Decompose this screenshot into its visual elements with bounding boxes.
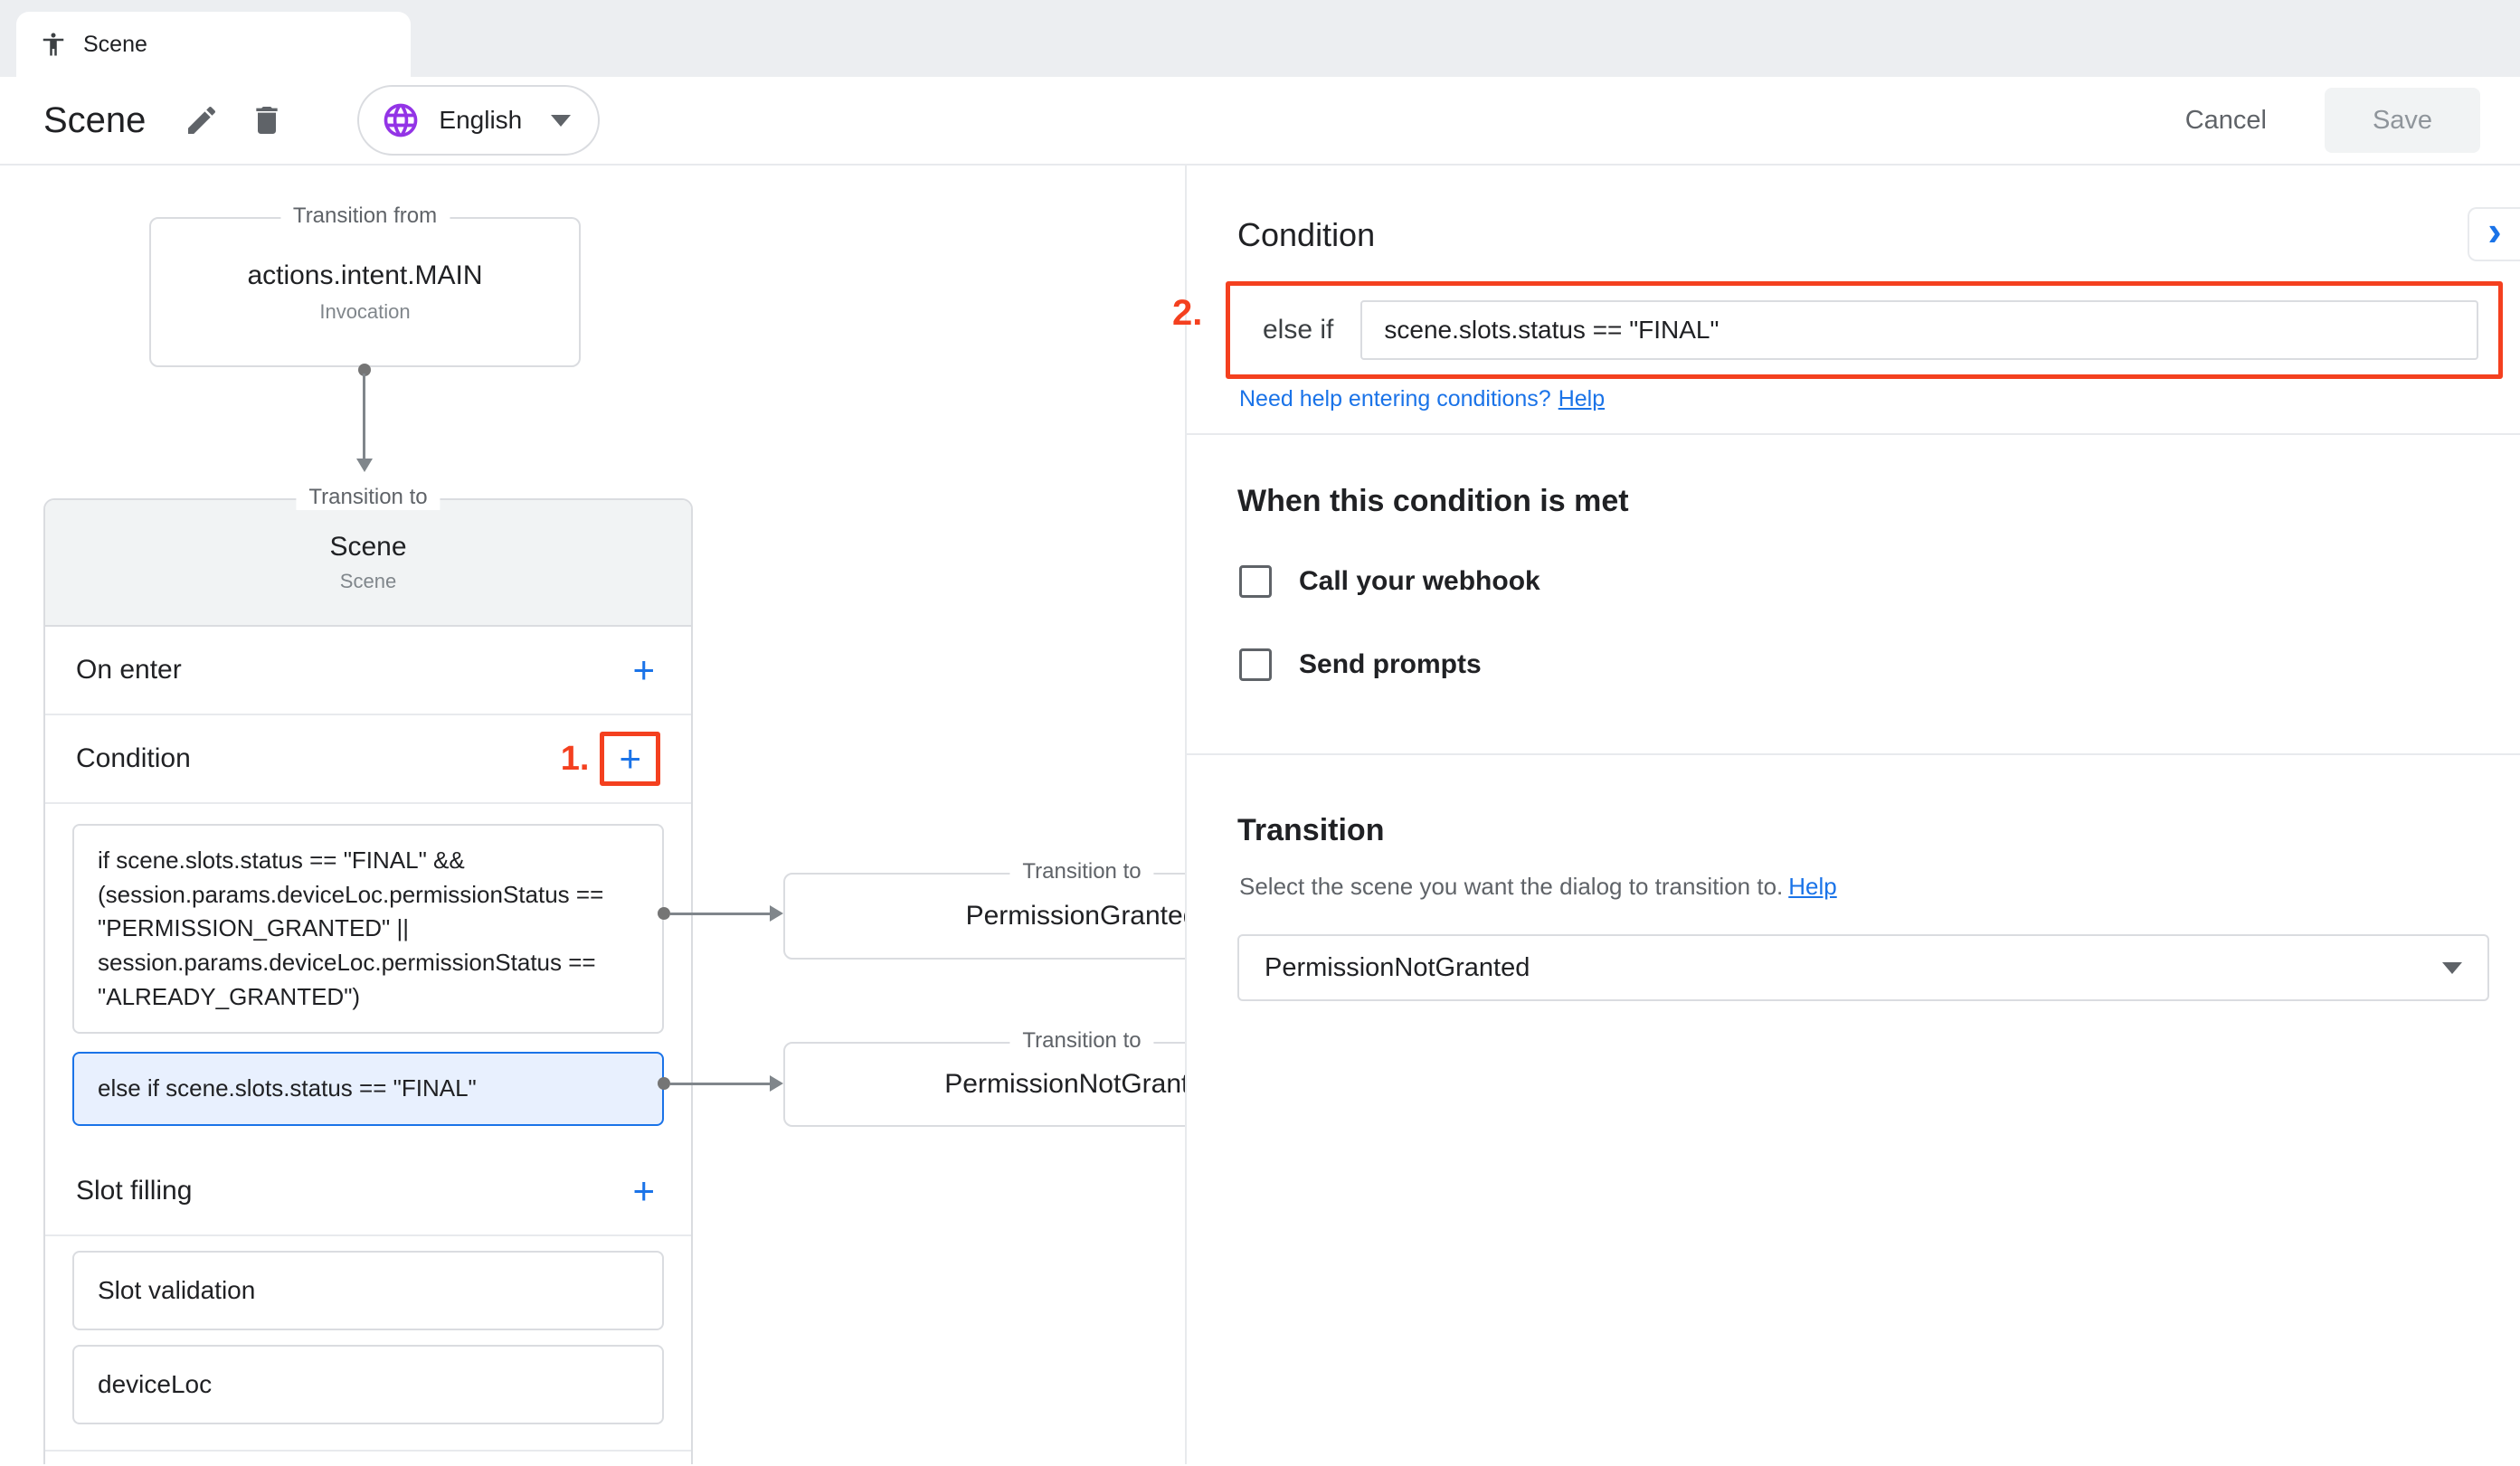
assistant-person-icon xyxy=(40,31,67,58)
cancel-button[interactable]: Cancel xyxy=(2180,105,2272,137)
send-prompts-label: Send prompts xyxy=(1299,649,1482,680)
scene-graph-canvas: Transition from actions.intent.MAIN Invo… xyxy=(0,166,1185,1464)
intent-name: actions.intent.MAIN xyxy=(247,260,482,291)
chevron-right-icon: › xyxy=(2487,210,2501,251)
browser-tab-scene[interactable]: Scene xyxy=(16,12,411,77)
connector-line xyxy=(363,374,365,460)
delete-scene-button[interactable] xyxy=(234,88,299,153)
add-on-enter-button[interactable]: + xyxy=(627,651,660,689)
transition-scene-select[interactable]: PermissionNotGranted xyxy=(1237,934,2489,1001)
send-prompts-checkbox[interactable] xyxy=(1239,648,1272,681)
transition-to-legend: Transition to xyxy=(1009,859,1153,884)
main: Transition from actions.intent.MAIN Invo… xyxy=(0,166,2520,1464)
transition-help-link[interactable]: Help xyxy=(1788,873,1836,900)
target-scene-name: PermissionGranted xyxy=(966,901,1185,932)
transition-from-node[interactable]: Transition from actions.intent.MAIN Invo… xyxy=(149,217,581,367)
save-button[interactable]: Save xyxy=(2325,88,2480,153)
call-webhook-checkbox[interactable] xyxy=(1239,565,1272,598)
language-label: English xyxy=(439,106,522,135)
divider xyxy=(1187,753,2520,755)
help-question-text: Need help entering conditions? xyxy=(1239,386,1551,411)
tab-title: Scene xyxy=(83,32,147,58)
annotation-step-2: 2. xyxy=(1172,293,1202,334)
intent-type: Invocation xyxy=(319,300,410,324)
call-webhook-label: Call your webhook xyxy=(1299,566,1540,597)
condition-list: if scene.slots.status == "FINAL" && (ses… xyxy=(45,804,691,1148)
conditions-help-line: Need help entering conditions? Help xyxy=(1239,386,1605,412)
transition-description-text: Select the scene you want the dialog to … xyxy=(1239,873,1783,900)
divider xyxy=(45,1234,691,1236)
transition-from-legend: Transition from xyxy=(280,203,450,229)
connector-dot xyxy=(658,1077,670,1090)
globe-icon xyxy=(381,100,421,140)
transition-to-legend: Transition to xyxy=(296,485,440,510)
permission-granted-node[interactable]: Transition to PermissionGranted xyxy=(783,873,1185,960)
annotation-box-1: + xyxy=(600,732,660,786)
connector-arrowhead-down xyxy=(356,459,373,472)
divider xyxy=(1187,433,2520,435)
scene-card-subtitle: Scene xyxy=(340,570,396,593)
condition-expression-input[interactable] xyxy=(1360,300,2478,360)
condition-item-1[interactable]: if scene.slots.status == "FINAL" && (ses… xyxy=(72,824,664,1034)
scene-card-header[interactable]: Scene Scene xyxy=(45,500,691,627)
slot-filling-label: Slot filling xyxy=(76,1176,192,1206)
connector-line xyxy=(670,913,772,915)
pencil-icon xyxy=(184,102,220,138)
language-selector[interactable]: English xyxy=(357,85,600,156)
transition-title: Transition xyxy=(1237,813,1384,848)
slot-filling-section-row: Slot filling + xyxy=(45,1148,691,1234)
annotation-step-1: 1. xyxy=(561,740,590,779)
connector-arrowhead-right xyxy=(770,1075,783,1092)
annotation-box-2: 2. else if xyxy=(1226,281,2503,379)
condition-editor-panel: › Condition 2. else if Need help enterin… xyxy=(1185,166,2520,1464)
slot-validation-item[interactable]: Slot validation xyxy=(72,1251,664,1330)
permission-not-granted-node[interactable]: Transition to PermissionNotGranted xyxy=(783,1042,1185,1127)
on-enter-section-row: On enter + xyxy=(45,627,691,714)
scene-card: Transition to Scene Scene On enter + Con… xyxy=(43,498,693,1464)
selected-scene-value: PermissionNotGranted xyxy=(1265,953,1530,983)
chevron-down-icon xyxy=(2442,962,2462,974)
collapse-panel-button[interactable]: › xyxy=(2468,207,2520,261)
chevron-down-icon xyxy=(551,115,571,127)
divider xyxy=(45,1450,691,1452)
add-condition-button[interactable]: + xyxy=(613,740,647,778)
add-slot-button[interactable]: + xyxy=(627,1172,660,1210)
scene-card-title: Scene xyxy=(329,532,406,563)
target-scene-name: PermissionNotGranted xyxy=(944,1069,1185,1100)
when-condition-met-title: When this condition is met xyxy=(1237,484,1629,519)
call-webhook-row[interactable]: Call your webhook xyxy=(1239,560,1540,603)
conditions-help-link[interactable]: Help xyxy=(1558,386,1605,411)
header: Scene English Cancel Save xyxy=(0,77,2520,166)
connector-arrowhead-right xyxy=(770,905,783,922)
deviceloc-item[interactable]: deviceLoc xyxy=(72,1345,664,1424)
page-title: Scene xyxy=(43,100,146,141)
condition-section-row: Condition 1. + xyxy=(45,715,691,802)
connector-dot xyxy=(658,907,670,920)
transition-description: Select the scene you want the dialog to … xyxy=(1239,873,1837,901)
transition-to-legend: Transition to xyxy=(1009,1028,1153,1054)
condition-item-2-selected[interactable]: else if scene.slots.status == "FINAL" xyxy=(72,1052,664,1126)
trash-icon xyxy=(249,102,285,138)
browser-tab-strip: Scene xyxy=(0,0,2520,77)
edit-scene-button[interactable] xyxy=(169,88,234,153)
connector-line xyxy=(670,1083,772,1085)
panel-title: Condition xyxy=(1237,216,1375,254)
condition-label: Condition xyxy=(76,743,191,774)
condition-prefix-label: else if xyxy=(1250,315,1333,345)
send-prompts-row[interactable]: Send prompts xyxy=(1239,643,1482,686)
on-enter-label: On enter xyxy=(76,655,182,686)
